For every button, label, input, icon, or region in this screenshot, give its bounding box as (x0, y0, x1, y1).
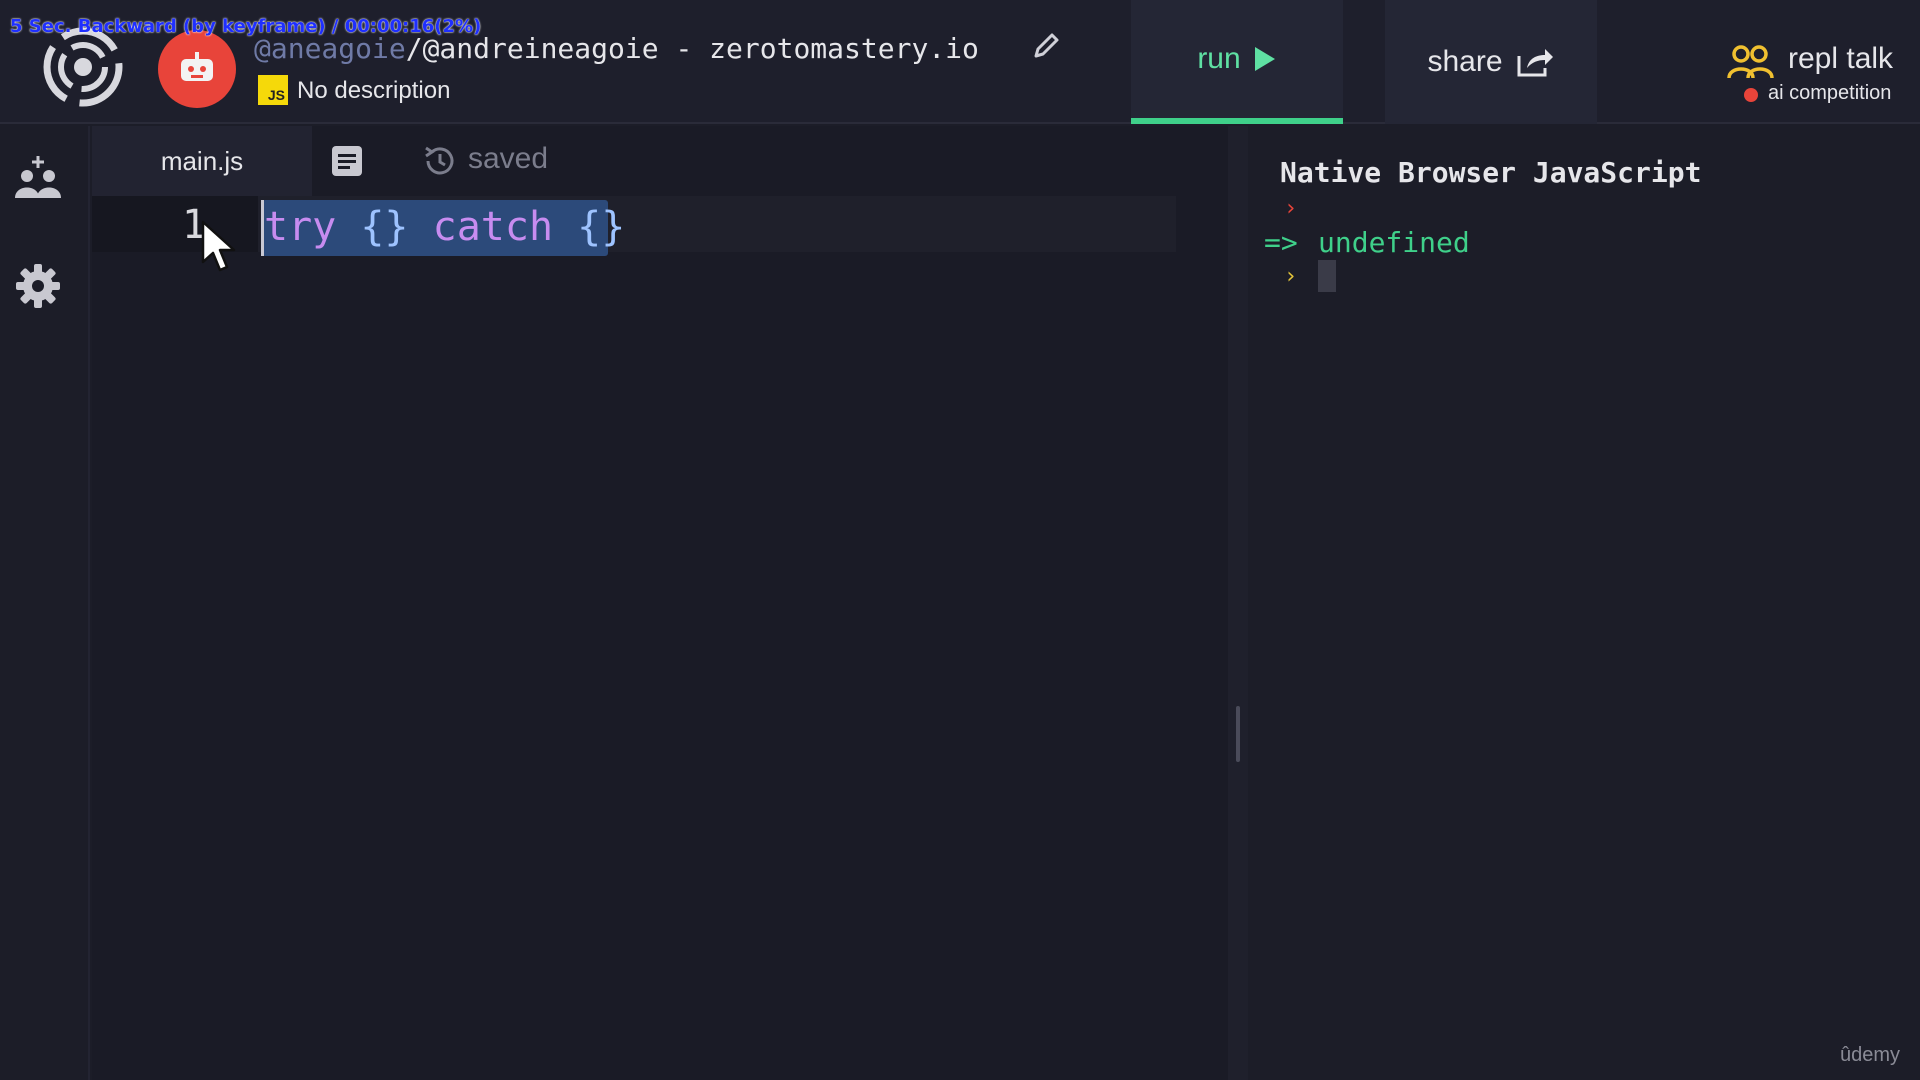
people-icon (1727, 45, 1774, 79)
share-button[interactable]: share (1385, 0, 1597, 124)
console-prompt-icon: › (1284, 196, 1298, 221)
keyword-catch: catch (432, 204, 554, 250)
left-rail (0, 126, 90, 1080)
play-icon (1254, 47, 1275, 71)
repl-talk-title: repl talk (1788, 42, 1894, 75)
code-text[interactable]: try {} catch {} (264, 204, 625, 250)
tab-main-js[interactable]: main.js (92, 126, 312, 196)
save-status: saved (468, 142, 549, 175)
keyword-try: try (264, 204, 337, 250)
console-pane[interactable]: Native Browser JavaScript › => undefined… (1248, 126, 1920, 1080)
history-icon[interactable] (422, 143, 458, 179)
run-button[interactable]: run (1131, 0, 1343, 124)
add-user-icon[interactable] (14, 154, 62, 202)
gear-icon[interactable] (14, 262, 62, 310)
udemy-watermark: ûdemy (1840, 1044, 1901, 1066)
replit-logo-icon[interactable] (38, 26, 128, 108)
repl-description[interactable]: No description (297, 77, 450, 105)
avatar-icon (181, 52, 213, 81)
repl-talk-subtitle: ai competition (1768, 82, 1892, 104)
pencil-icon[interactable] (1030, 30, 1062, 62)
avatar[interactable] (158, 30, 236, 108)
console-title: Native Browser JavaScript (1280, 156, 1702, 189)
resize-handle[interactable] (1236, 706, 1240, 762)
mouse-pointer-icon (201, 220, 236, 272)
share-icon (1517, 49, 1553, 77)
repl-name[interactable]: /@andreineagoie - zerotomastery.io (406, 32, 979, 65)
pane-divider[interactable] (1228, 126, 1248, 1080)
notification-dot (1744, 88, 1758, 102)
code-editor[interactable]: main.js saved 1 try {} catch {} (92, 126, 1228, 1080)
run-label: run (1197, 42, 1241, 75)
language-badge: JS (258, 75, 288, 105)
block-braces: {} (577, 204, 626, 250)
console-result: undefined (1318, 226, 1470, 259)
editor-tabbar: main.js saved (92, 126, 1228, 196)
block-braces: {} (360, 204, 409, 250)
files-icon[interactable] (330, 144, 364, 178)
playback-overlay: 5 Sec. Backward (by keyframe) / 00:00:16… (10, 16, 482, 37)
console-prompt-icon: › (1284, 264, 1298, 289)
share-label: share (1427, 45, 1503, 78)
console-input[interactable] (1318, 260, 1336, 292)
result-arrow: => (1264, 226, 1298, 259)
code-line[interactable]: 1 try {} catch {} (92, 196, 1176, 256)
repl-talk-link[interactable]: repl talk ai competition (1726, 40, 1906, 110)
